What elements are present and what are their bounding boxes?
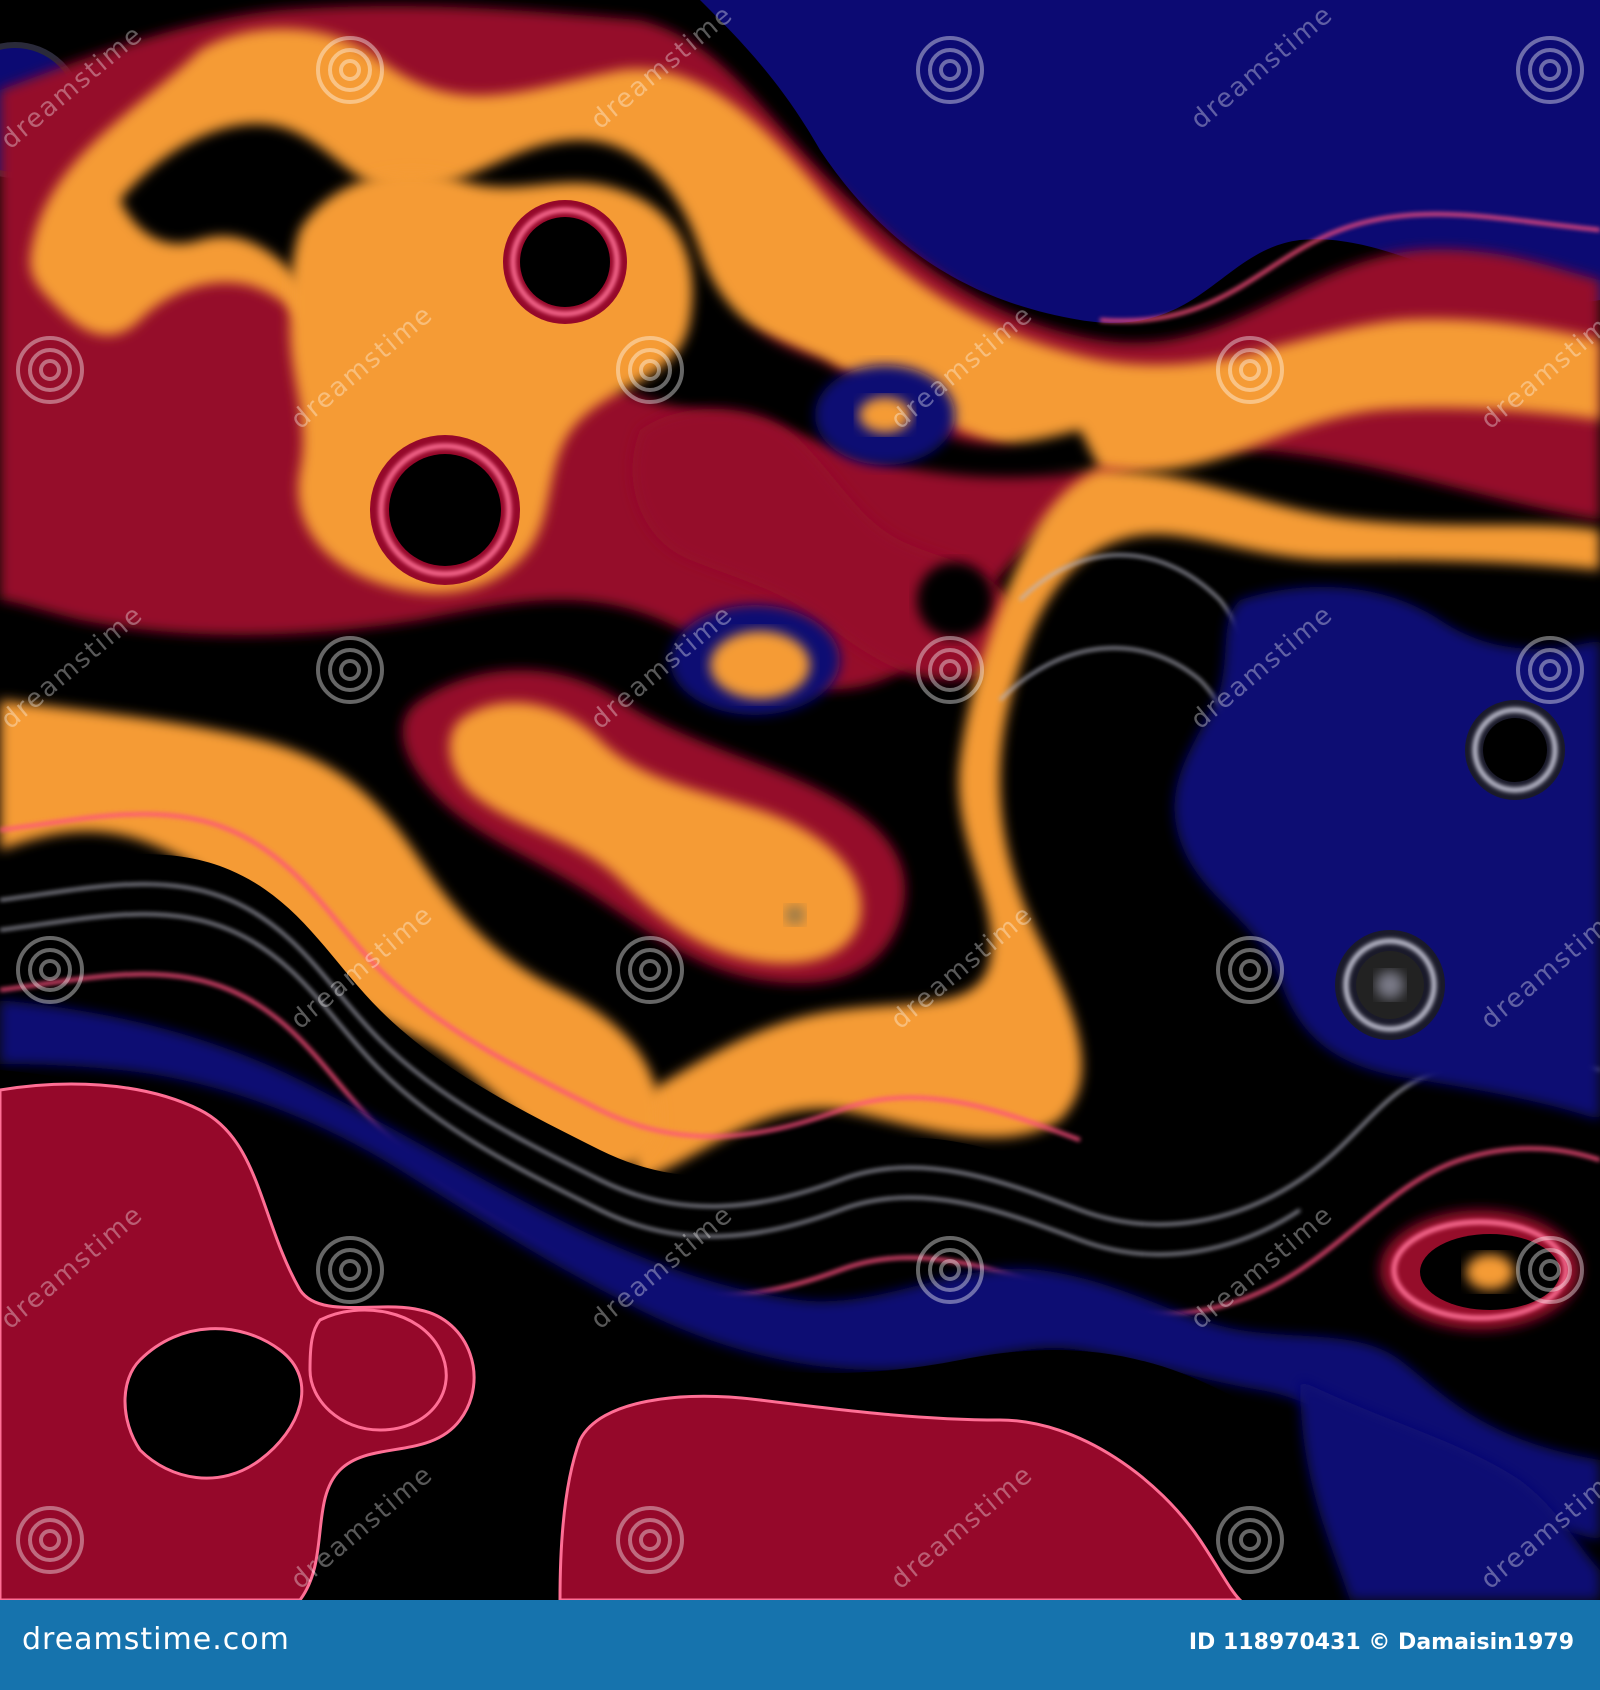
pink-ring-upper	[503, 200, 627, 324]
pink-loop-bottom-right	[1380, 1210, 1580, 1330]
image-id-credit: ID 118970431 © Damaisin1979	[1188, 1630, 1574, 1655]
site-logo-text[interactable]: dreamstime.com	[22, 1622, 290, 1657]
pink-ring-lower	[370, 435, 520, 585]
ring-right-lower	[1335, 930, 1445, 1040]
stock-footer-bar: dreamstime.com ID 118970431 © Damaisin19…	[0, 1600, 1600, 1690]
black-hole-center-right	[917, 562, 993, 638]
orange-spot-lower	[710, 631, 810, 699]
peanut-dot	[785, 905, 805, 925]
ring-right-upper	[1465, 700, 1565, 800]
abstract-liquid-artwork: dreamstime dreamstime dreamstime dreamst…	[0, 0, 1600, 1600]
